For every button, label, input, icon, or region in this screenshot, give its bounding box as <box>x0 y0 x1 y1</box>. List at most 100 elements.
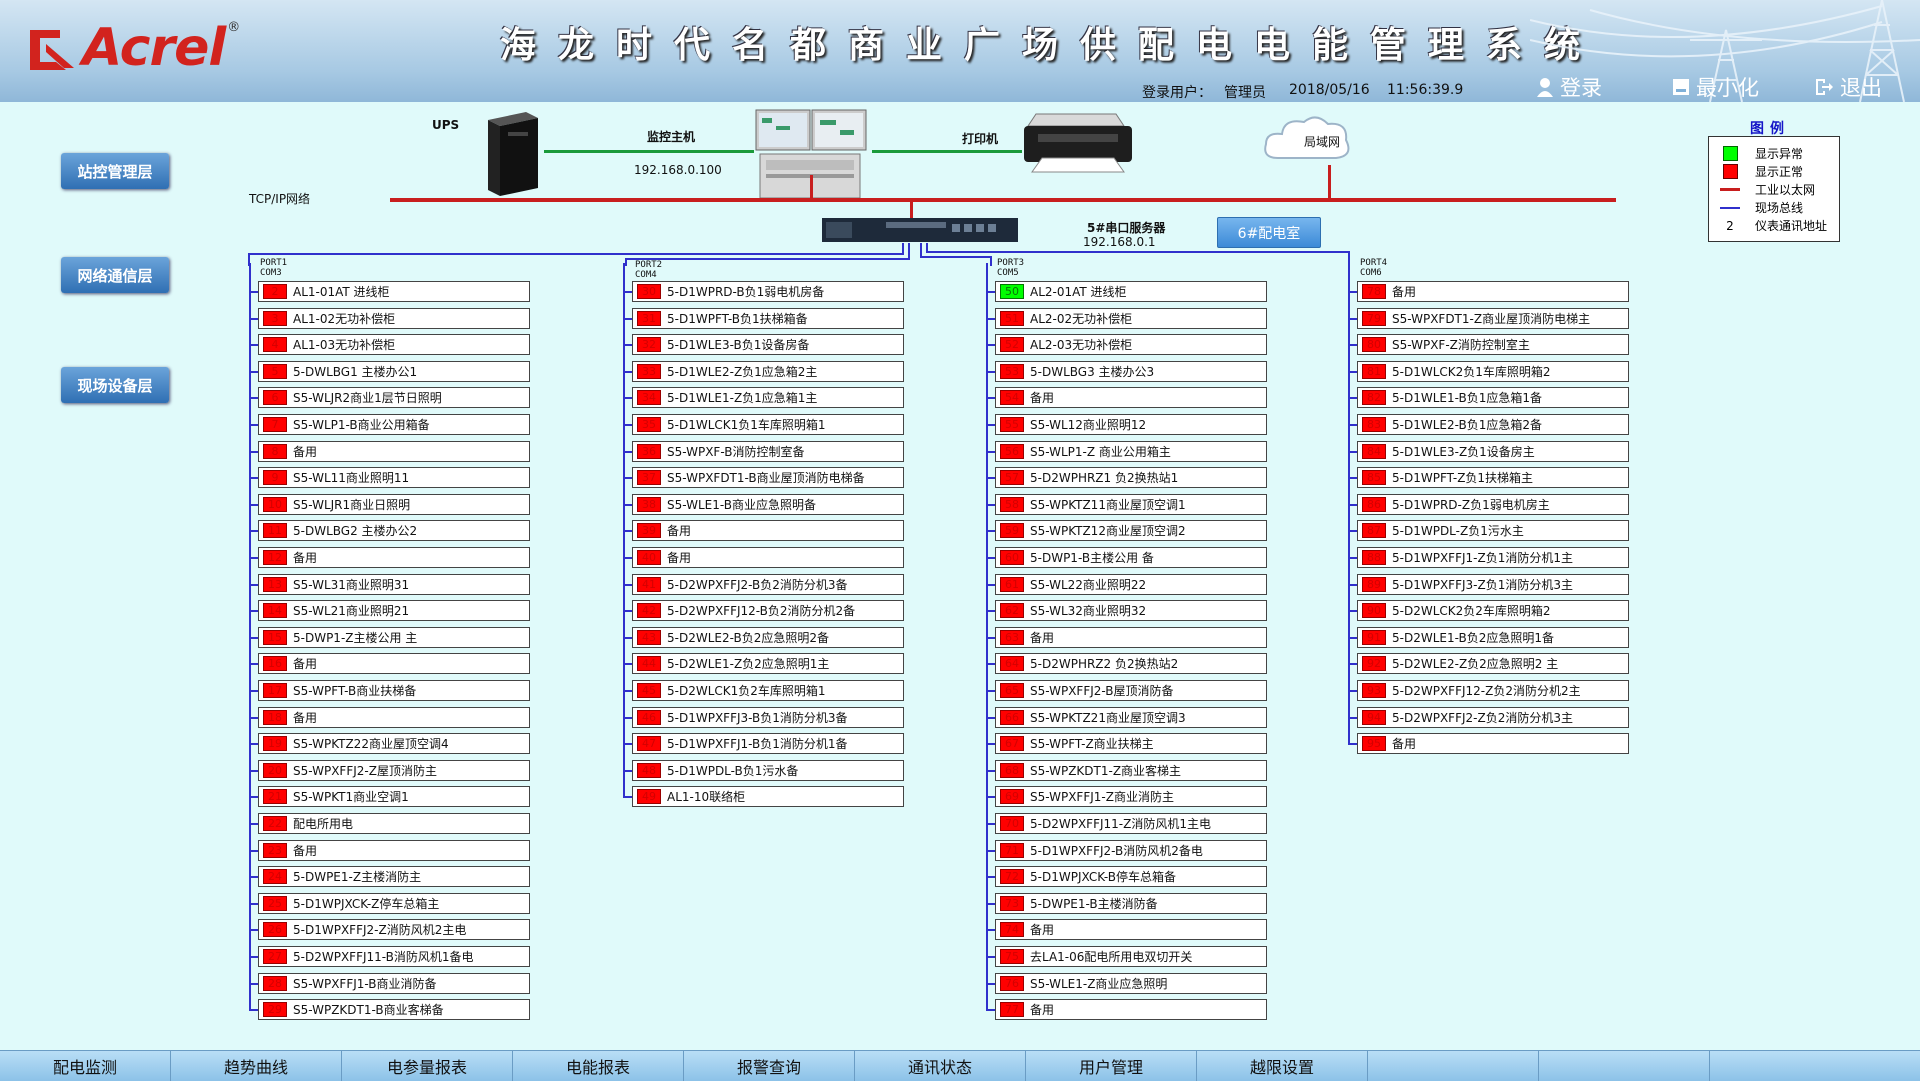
device-row[interactable]: 5 5-DWLBG1 主楼办公1 <box>258 361 530 382</box>
tab-limit-settings[interactable]: 越限设置 <box>1197 1051 1368 1081</box>
device-row[interactable]: 37 S5-WPXFDT1-B商业屋顶消防电梯备 <box>632 467 904 488</box>
device-row[interactable]: 49 AL1-10联络柜 <box>632 786 904 807</box>
field-device-layer-button[interactable]: 现场设备层 <box>61 367 169 403</box>
device-row[interactable]: 27 5-D2WPXFFJ11-B消防风机1备电 <box>258 946 530 967</box>
printer-icon[interactable] <box>1020 110 1136 174</box>
device-row[interactable]: 30 5-D1WPRD-B负1弱电机房备 <box>632 281 904 302</box>
device-row[interactable]: 83 5-D1WLE2-B负1应急箱2备 <box>1357 414 1629 435</box>
device-row[interactable]: 91 5-D2WLE1-B负2应急照明1备 <box>1357 627 1629 648</box>
device-row[interactable]: 59 S5-WPKTZ12商业屋顶空调2 <box>995 520 1267 541</box>
device-row[interactable]: 29 S5-WPZKDT1-B商业客梯备 <box>258 999 530 1020</box>
device-row[interactable]: 41 5-D2WPXFFJ2-B负2消防分机3备 <box>632 574 904 595</box>
device-row[interactable]: 19 S5-WPKTZ22商业屋顶空调4 <box>258 733 530 754</box>
device-row[interactable]: 12 备用 <box>258 547 530 568</box>
device-row[interactable]: 62 S5-WL32商业照明32 <box>995 600 1267 621</box>
device-row[interactable]: 68 S5-WPZKDT1-Z商业客梯主 <box>995 760 1267 781</box>
device-row[interactable]: 93 5-D2WPXFFJ12-Z负2消防分机2主 <box>1357 680 1629 701</box>
network-communication-layer-button[interactable]: 网络通信层 <box>61 257 169 293</box>
device-row[interactable]: 25 5-D1WPJXCK-Z停车总箱主 <box>258 893 530 914</box>
device-row[interactable]: 63 备用 <box>995 627 1267 648</box>
device-row[interactable]: 67 S5-WPFT-Z商业扶梯主 <box>995 733 1267 754</box>
device-row[interactable]: 54 备用 <box>995 387 1267 408</box>
device-row[interactable]: 23 备用 <box>258 840 530 861</box>
device-row[interactable]: 47 5-D1WPXFFJ1-B负1消防分机1备 <box>632 733 904 754</box>
tab-energy-report[interactable]: 电能报表 <box>513 1051 684 1081</box>
device-row[interactable]: 36 S5-WPXF-B消防控制室备 <box>632 441 904 462</box>
device-row[interactable]: 81 5-D1WLCK2负1车库照明箱2 <box>1357 361 1629 382</box>
device-row[interactable]: 28 S5-WPXFFJ1-B商业消防备 <box>258 973 530 994</box>
power-room-6-button[interactable]: 6#配电室 <box>1217 217 1321 248</box>
device-row[interactable]: 35 5-D1WLCK1负1车库照明箱1 <box>632 414 904 435</box>
device-row[interactable]: 31 5-D1WPFT-B负1扶梯箱备 <box>632 308 904 329</box>
device-row[interactable]: 77 备用 <box>995 999 1267 1020</box>
device-row[interactable]: 78 备用 <box>1357 281 1629 302</box>
device-row[interactable]: 46 5-D1WPXFFJ3-B负1消防分机3备 <box>632 707 904 728</box>
device-row[interactable]: 79 S5-WPXFDT1-Z商业屋顶消防电梯主 <box>1357 308 1629 329</box>
device-row[interactable]: 38 S5-WLE1-B商业应急照明备 <box>632 494 904 515</box>
tab-alarm-query[interactable]: 报警查询 <box>684 1051 855 1081</box>
device-row[interactable]: 9 S5-WL11商业照明11 <box>258 467 530 488</box>
device-row[interactable]: 17 S5-WPFT-B商业扶梯备 <box>258 680 530 701</box>
device-row[interactable]: 8 备用 <box>258 441 530 462</box>
device-row[interactable]: 52 AL2-03无功补偿柜 <box>995 334 1267 355</box>
device-row[interactable]: 6 S5-WLJR2商业1层节日照明 <box>258 387 530 408</box>
device-row[interactable]: 75 去LA1-06配电所用电双切开关 <box>995 946 1267 967</box>
device-row[interactable]: 74 备用 <box>995 919 1267 940</box>
device-row[interactable]: 53 5-DWLBG3 主楼办公3 <box>995 361 1267 382</box>
device-row[interactable]: 90 5-D2WLCK2负2车库照明箱2 <box>1357 600 1629 621</box>
device-row[interactable]: 3 AL1-02无功补偿柜 <box>258 308 530 329</box>
device-row[interactable]: 94 5-D2WPXFFJ2-Z负2消防分机3主 <box>1357 707 1629 728</box>
device-row[interactable]: 95 备用 <box>1357 733 1629 754</box>
device-row[interactable]: 85 5-D1WPFT-Z负1扶梯箱主 <box>1357 467 1629 488</box>
device-row[interactable]: 34 5-D1WLE1-Z负1应急箱1主 <box>632 387 904 408</box>
device-row[interactable]: 15 5-DWP1-Z主楼公用 主 <box>258 627 530 648</box>
device-row[interactable]: 60 5-DWP1-B主楼公用 备 <box>995 547 1267 568</box>
device-row[interactable]: 69 S5-WPXFFJ1-Z商业消防主 <box>995 786 1267 807</box>
tab-user-management[interactable]: 用户管理 <box>1026 1051 1197 1081</box>
device-row[interactable]: 86 5-D1WPRD-Z负1弱电机房主 <box>1357 494 1629 515</box>
tab-trend-curve[interactable]: 趋势曲线 <box>171 1051 342 1081</box>
device-row[interactable]: 44 5-D2WLE1-Z负2应急照明1主 <box>632 653 904 674</box>
device-row[interactable]: 32 5-D1WLE3-B负1设备房备 <box>632 334 904 355</box>
tab-electrical-parameter-report[interactable]: 电参量报表 <box>342 1051 513 1081</box>
device-row[interactable]: 84 5-D1WLE3-Z负1设备房主 <box>1357 441 1629 462</box>
device-row[interactable]: 2 AL1-01AT 进线柜 <box>258 281 530 302</box>
device-row[interactable]: 20 S5-WPXFFJ2-Z屋顶消防主 <box>258 760 530 781</box>
device-row[interactable]: 80 S5-WPXF-Z消防控制室主 <box>1357 334 1629 355</box>
device-row[interactable]: 71 5-D1WPXFFJ2-B消防风机2备电 <box>995 840 1267 861</box>
device-row[interactable]: 72 5-D1WPJXCK-B停车总箱备 <box>995 866 1267 887</box>
device-row[interactable]: 21 S5-WPKT1商业空调1 <box>258 786 530 807</box>
device-row[interactable]: 66 S5-WPKTZ21商业屋顶空调3 <box>995 707 1267 728</box>
device-row[interactable]: 76 S5-WLE1-Z商业应急照明 <box>995 973 1267 994</box>
device-row[interactable]: 82 5-D1WLE1-B负1应急箱1备 <box>1357 387 1629 408</box>
device-row[interactable]: 10 S5-WLJR1商业日照明 <box>258 494 530 515</box>
device-row[interactable]: 7 S5-WLP1-B商业公用箱备 <box>258 414 530 435</box>
serial-server-icon[interactable] <box>822 216 1018 244</box>
device-row[interactable]: 48 5-D1WPDL-B负1污水备 <box>632 760 904 781</box>
device-row[interactable]: 18 备用 <box>258 707 530 728</box>
device-row[interactable]: 40 备用 <box>632 547 904 568</box>
device-row[interactable]: 26 5-D1WPXFFJ2-Z消防风机2主电 <box>258 919 530 940</box>
device-row[interactable]: 87 5-D1WPDL-Z负1污水主 <box>1357 520 1629 541</box>
device-row[interactable]: 42 5-D2WPXFFJ12-B负2消防分机2备 <box>632 600 904 621</box>
exit-button[interactable]: 退出 <box>1814 74 1882 100</box>
device-row[interactable]: 51 AL2-02无功补偿柜 <box>995 308 1267 329</box>
device-row[interactable]: 55 S5-WL12商业照明12 <box>995 414 1267 435</box>
device-row[interactable]: 61 S5-WL22商业照明22 <box>995 574 1267 595</box>
ups-icon[interactable] <box>478 112 544 196</box>
device-row[interactable]: 92 5-D2WLE2-Z负2应急照明2 主 <box>1357 653 1629 674</box>
device-row[interactable]: 57 5-D2WPHRZ1 负2换热站1 <box>995 467 1267 488</box>
station-management-layer-button[interactable]: 站控管理层 <box>61 153 169 189</box>
device-row[interactable]: 50 AL2-01AT 进线柜 <box>995 281 1267 302</box>
device-row[interactable]: 58 S5-WPKTZ11商业屋顶空调1 <box>995 494 1267 515</box>
device-row[interactable]: 22 配电所用电 <box>258 813 530 834</box>
device-row[interactable]: 45 5-D2WLCK1负2车库照明箱1 <box>632 680 904 701</box>
device-row[interactable]: 56 S5-WLP1-Z 商业公用箱主 <box>995 441 1267 462</box>
tab-distribution-monitoring[interactable]: 配电监测 <box>0 1051 171 1081</box>
device-row[interactable]: 64 5-D2WPHRZ2 负2换热站2 <box>995 653 1267 674</box>
device-row[interactable]: 88 5-D1WPXFFJ1-Z负1消防分机1主 <box>1357 547 1629 568</box>
device-row[interactable]: 16 备用 <box>258 653 530 674</box>
tab-communication-status[interactable]: 通讯状态 <box>855 1051 1026 1081</box>
device-row[interactable]: 4 AL1-03无功补偿柜 <box>258 334 530 355</box>
device-row[interactable]: 33 5-D1WLE2-Z负1应急箱2主 <box>632 361 904 382</box>
